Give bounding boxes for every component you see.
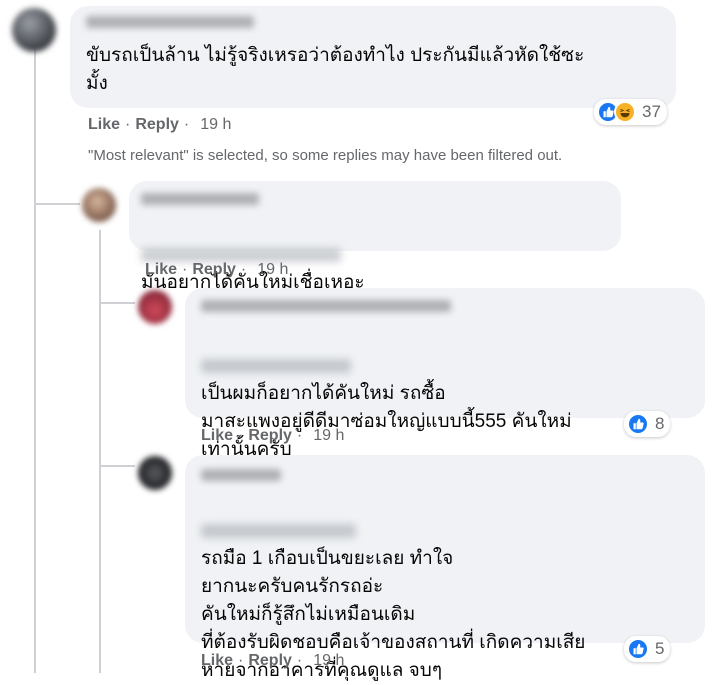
like-button[interactable]: Like bbox=[201, 652, 233, 670]
comment-bubble: ขับรถเป็นล้าน ไม่รู้จริงเหรอว่าต้องทำไง … bbox=[70, 6, 676, 108]
reaction-summary[interactable]: 5 bbox=[624, 636, 671, 662]
commenter-name[interactable] bbox=[201, 469, 281, 481]
thread-line bbox=[99, 230, 101, 673]
thread-line bbox=[34, 44, 36, 673]
like-button[interactable]: Like bbox=[201, 427, 233, 445]
comment-bubble: รถมือ 1 เกือบเป็นขยะเลย ทำใจ ยากนะครับคน… bbox=[185, 455, 705, 681]
like-icon bbox=[627, 413, 649, 435]
haha-icon bbox=[614, 101, 636, 123]
timestamp[interactable]: 19 h bbox=[200, 116, 231, 134]
timestamp[interactable]: 19 h bbox=[313, 652, 344, 670]
separator: · bbox=[296, 652, 303, 669]
separator: · bbox=[296, 427, 303, 444]
comment-text: ขับรถเป็นล้าน ไม่รู้จริงเหรอว่าต้องทำไง … bbox=[86, 45, 585, 94]
thread-line bbox=[99, 465, 135, 467]
like-button[interactable]: Like bbox=[145, 261, 177, 279]
reaction-count: 37 bbox=[642, 102, 661, 121]
mention-tag[interactable] bbox=[201, 523, 356, 538]
mention-tag[interactable] bbox=[201, 358, 351, 373]
reply-button[interactable]: Reply bbox=[248, 427, 292, 445]
filter-notice: "Most relevant" is selected, so some rep… bbox=[88, 147, 563, 164]
avatar[interactable] bbox=[138, 290, 172, 324]
separator: · bbox=[240, 261, 247, 278]
reply-button[interactable]: Reply bbox=[248, 652, 292, 670]
separator: · bbox=[125, 116, 131, 133]
comment-actions: Like · Reply · 19 h bbox=[201, 652, 344, 670]
like-button[interactable]: Like bbox=[88, 116, 120, 134]
comment-bubble: มันอยากได้คันใหม่เชื่อเหอะ bbox=[129, 181, 621, 293]
mention-tag[interactable] bbox=[141, 247, 341, 262]
reply-button[interactable]: Reply bbox=[135, 116, 179, 134]
separator: · bbox=[238, 427, 244, 444]
comment-actions: Like · Reply · 19 h bbox=[145, 261, 288, 279]
avatar[interactable] bbox=[138, 456, 172, 490]
thread-line bbox=[99, 302, 135, 304]
separator: · bbox=[182, 261, 188, 278]
reaction-summary[interactable]: 8 bbox=[624, 411, 671, 437]
commenter-name[interactable] bbox=[86, 16, 254, 28]
separator: · bbox=[183, 116, 190, 133]
reaction-count: 8 bbox=[655, 414, 665, 433]
commenter-name[interactable] bbox=[141, 193, 259, 205]
reaction-count: 5 bbox=[655, 639, 665, 658]
comment-text: มันอยากได้คันใหม่เชื่อเหอะ bbox=[141, 213, 617, 297]
reply-button[interactable]: Reply bbox=[192, 261, 236, 279]
comment-actions: Like · Reply · 19 h bbox=[88, 116, 231, 134]
thread-line bbox=[34, 203, 80, 205]
reaction-summary[interactable]: 37 bbox=[594, 99, 667, 125]
separator: · bbox=[238, 652, 244, 669]
avatar[interactable] bbox=[82, 188, 116, 222]
timestamp[interactable]: 19 h bbox=[257, 261, 288, 279]
avatar[interactable] bbox=[12, 8, 56, 52]
comment-bubble: เป็นผมก็อยากได้คันใหม่ รถซื้อ มาสะแพงอยู… bbox=[185, 288, 705, 460]
timestamp[interactable]: 19 h bbox=[313, 427, 344, 445]
like-icon bbox=[627, 638, 649, 660]
comment-actions: Like · Reply · 19 h bbox=[201, 427, 344, 445]
commenter-name[interactable] bbox=[201, 300, 451, 312]
